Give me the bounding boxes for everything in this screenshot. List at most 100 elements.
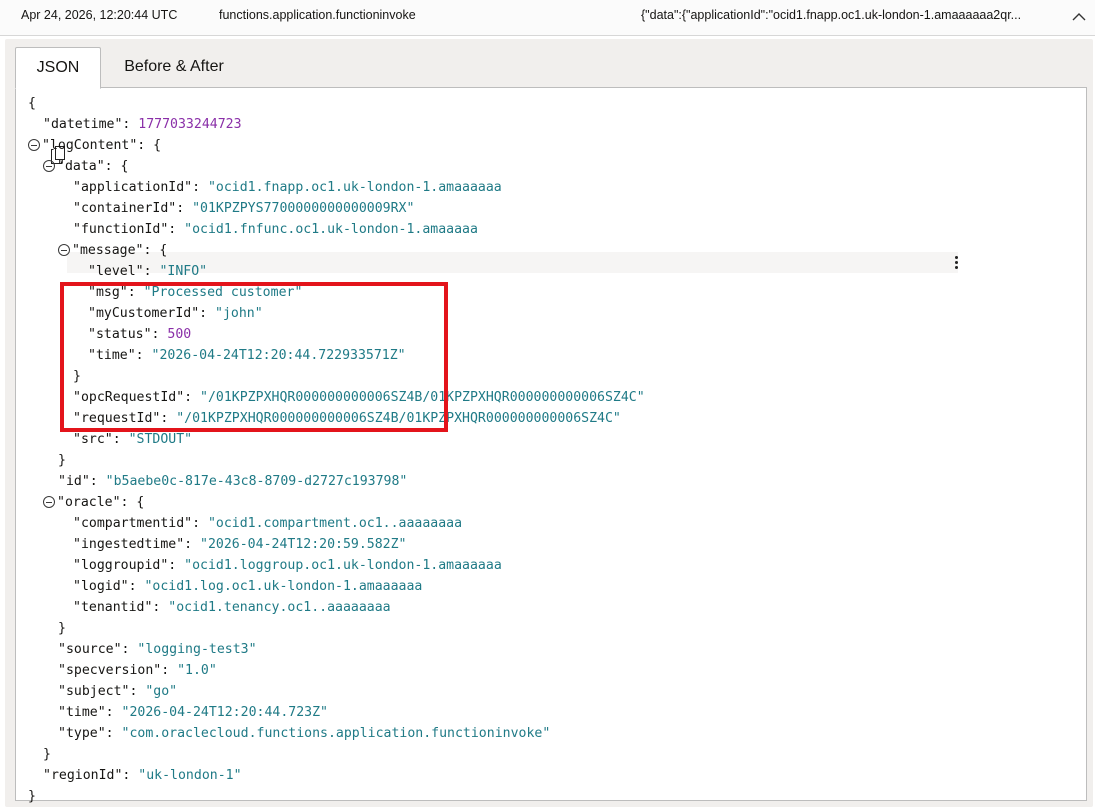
json-key: "logid" [73,579,129,594]
json-key: "oracle" [57,495,121,510]
json-punctuation: : [105,705,122,720]
json-string-value: "ocid1.tenancy.oc1..aaaaaaaa [168,600,391,615]
json-punctuation: : [184,537,201,552]
json-line: "msg": "Processed customer" [88,282,302,303]
log-data-preview: {"data":{"applicationId":"ocid1.fnapp.oc… [641,8,1022,22]
json-punctuation: : [135,348,152,363]
json-punctuation: : { [137,138,162,153]
json-line: "oracle": { [43,492,144,513]
json-punctuation: : [176,201,193,216]
tab-json[interactable]: JSON [15,47,101,89]
json-punctuation: : [192,180,208,195]
json-line: { [28,93,36,114]
tab-before-after[interactable]: Before & After [119,47,229,87]
json-key: "type" [58,726,106,741]
json-key: "requestId" [73,411,161,426]
json-line: "logContent": { [28,135,161,156]
json-string-value: "2026-04-24T12:20:59.582Z" [200,537,407,552]
json-key: "time" [58,705,106,720]
json-punctuation: : [184,390,201,405]
json-key: "datetime" [43,117,123,132]
json-punctuation: : [128,579,145,594]
json-string-value: "2026-04-24T12:20:44.723Z" [121,705,328,720]
json-key: "source" [58,642,122,657]
json-line: "datetime": 1777033244723 [43,114,242,135]
log-entry-header[interactable]: Apr 24, 2026, 12:20:44 UTC functions.app… [0,0,1095,36]
json-number-value: 1777033244723 [138,117,242,132]
json-string-value: "INFO" [159,264,208,279]
json-line: } [58,618,66,639]
json-string-value: "/01KPZPXHQR000000000006SZ4B/01KPZPXHQR0… [176,411,621,426]
json-string-value: "STDOUT" [128,432,193,447]
json-line: "type": "com.oraclecloud.functions.appli… [58,723,550,744]
json-line: "src": "STDOUT" [73,429,192,450]
json-line: "time": "2026-04-24T12:20:44.722933571Z" [88,345,406,366]
log-detail-panel: JSON Before & After { "datetime": 1777033… [5,39,1093,807]
json-key: "ingestedtime" [73,537,185,552]
json-key: "message" [72,243,144,258]
json-string-value: "ocid1.log.oc1.uk-london-1.amaaaaaa [144,579,423,594]
json-punctuation: { [28,96,36,111]
json-punctuation: : [89,474,106,489]
json-key: "subject" [58,684,130,699]
collapse-toggle-icon[interactable] [58,244,70,256]
json-line: "level": "INFO" [88,261,207,282]
collapse-toggle-icon[interactable] [28,139,40,151]
json-key: "level" [88,264,144,279]
json-key: "functionId" [73,222,169,237]
json-line: "requestId": "/01KPZPXHQR000000000006SZ4… [73,408,621,429]
json-string-value: "ocid1.compartment.oc1..aaaaaaaa [207,516,463,531]
json-line: "logid": "ocid1.log.oc1.uk-london-1.amaa… [73,576,422,597]
json-punctuation: : [122,768,139,783]
json-punctuation: : [143,264,160,279]
json-key: "tenantid" [73,600,153,615]
json-punctuation: : [105,726,122,741]
json-punctuation: } [28,789,36,804]
json-string-value: "ocid1.fnapp.oc1.uk-london-1.amaaaaaa [207,180,502,195]
json-line: "opcRequestId": "/01KPZPXHQR000000000006… [73,387,645,408]
json-punctuation: : [199,306,216,321]
json-string-value: "john" [215,306,263,321]
json-punctuation: : { [143,243,168,258]
collapse-toggle-icon[interactable] [43,496,55,508]
json-key: "msg" [88,285,128,300]
json-line: } [73,366,81,387]
json-line: } [58,450,66,471]
more-vertical-icon[interactable] [953,255,959,271]
json-punctuation: : [112,432,129,447]
json-line: "regionId": "uk-london-1" [43,765,242,786]
json-punctuation: : [121,642,138,657]
json-number-value: 500 [167,327,192,342]
json-punctuation: } [43,747,51,762]
json-punctuation: : [151,327,168,342]
json-key: "data" [57,159,105,174]
json-key: "regionId" [43,768,123,783]
json-line: "time": "2026-04-24T12:20:44.723Z" [58,702,328,723]
json-key: "src" [73,432,113,447]
collapse-toggle-icon[interactable] [43,160,55,172]
json-string-value: "go" [145,684,178,699]
json-line: "ingestedtime": "2026-04-24T12:20:59.582… [73,534,406,555]
json-line: "data": { [43,156,128,177]
json-line: "id": "b5aebe0c-817e-43c8-8709-d2727c193… [58,471,407,492]
json-key: "logContent" [42,138,138,153]
json-punctuation: : { [120,495,145,510]
json-line: "applicationId": "ocid1.fnapp.oc1.uk-lon… [73,177,502,198]
json-string-value: "uk-london-1" [138,768,242,783]
json-punctuation: } [58,621,66,636]
json-key: "time" [88,348,136,363]
json-key: "id" [58,474,90,489]
json-string-value: "com.oraclecloud.functions.application.f… [121,726,551,741]
json-key: "opcRequestId" [73,390,185,405]
json-punctuation: : [160,411,177,426]
json-key: "compartmentid" [73,516,193,531]
json-punctuation: : [168,222,185,237]
json-string-value: "1.0" [177,663,217,678]
json-string-value: "ocid1.loggroup.oc1.uk-london-1.amaaaaaa [184,558,502,573]
json-line: "tenantid": "ocid1.tenancy.oc1..aaaaaaaa [73,597,391,618]
chevron-up-icon[interactable] [1070,10,1088,24]
json-punctuation: : [161,663,178,678]
json-string-value: "ocid1.fnfunc.oc1.uk-london-1.amaaaaa [184,222,478,237]
json-line: } [28,786,36,807]
json-viewer: {"datetime": 1777033244723 "logContent": … [15,87,1087,804]
